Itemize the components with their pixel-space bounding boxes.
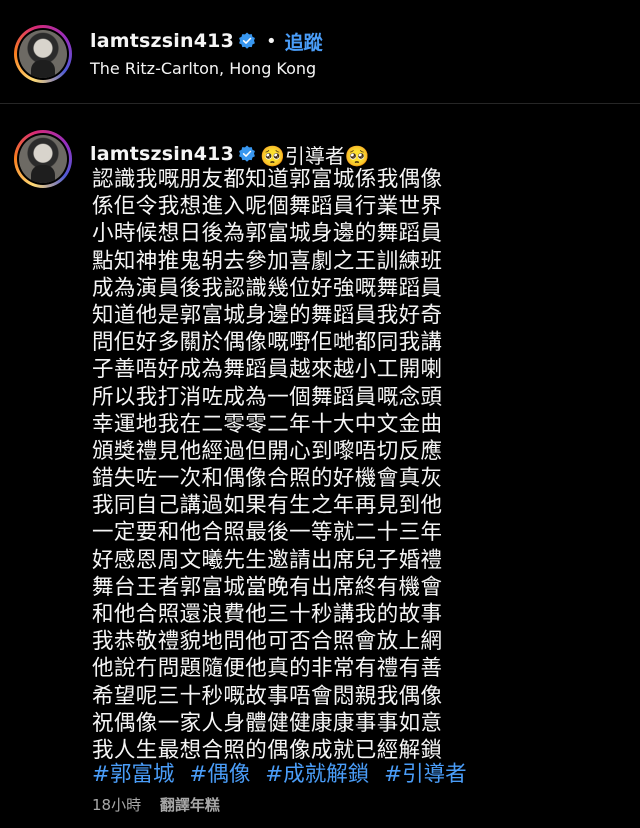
header-username[interactable]: lamtszsin413 — [90, 30, 234, 52]
follow-button[interactable]: 追蹤 — [285, 28, 323, 55]
caption-line: 成為演員後我認識幾位好強嘅舞蹈員 — [92, 275, 443, 301]
caption-line: 我恭敬禮貌地問他可否合照會放上網 — [92, 629, 443, 655]
caption-line: 他說冇問題隨便他真的非常有禮有善 — [92, 656, 443, 682]
avatar-gap — [17, 133, 69, 185]
caption-line: 小時候想日後為郭富城身邊的舞蹈員 — [92, 221, 443, 247]
caption-user-line: lamtszsin413 🥺引導者🥺 — [90, 140, 370, 168]
caption-line: 子善唔好成為舞蹈員越來越小工開喇 — [92, 357, 443, 383]
caption-line: 頒獎禮見他經過但開心到嚟唔切反應 — [92, 438, 443, 464]
caption-line: 希望呢三十秒嘅故事唔會悶親我偶像 — [92, 683, 443, 709]
caption-title: 🥺引導者🥺 — [260, 143, 370, 168]
caption-meta: 18小時 翻譯年糕 — [92, 794, 220, 815]
caption-line: 所以我打消咗成為一個舞蹈員嘅念頭 — [92, 384, 443, 410]
caption-line: 我同自己講過如果有生之年再見到他 — [92, 493, 443, 519]
caption-line: 舞台王者郭富城當晚有出席終有機會 — [92, 574, 443, 600]
caption-line: 好感恩周文曦先生邀請出席兒子婚禮 — [92, 547, 443, 573]
header-avatar[interactable] — [14, 25, 72, 83]
avatar-gap — [17, 28, 69, 80]
caption-line: 問佢好多關於偶像嘅嘢佢哋都同我講 — [92, 330, 443, 356]
caption-line: 認識我嘅朋友都知道郭富城係我偶像 — [92, 167, 443, 192]
caption-text: 認識我嘅朋友都知道郭富城係我偶像 係佢令我想進入呢個舞蹈員行業世界 小時候想日後… — [92, 166, 632, 764]
caption-avatar[interactable] — [14, 130, 72, 188]
hashtag-link[interactable]: #郭富城 — [92, 762, 175, 787]
separator-dot: • — [266, 30, 277, 52]
avatar-image — [19, 30, 67, 78]
caption-line: 點知神推鬼䢁去參加喜劇之王訓練班 — [92, 248, 443, 274]
caption-line: 幸運地我在二零零二年十大中文金曲 — [92, 411, 443, 437]
hashtag-link[interactable]: #偶像 — [189, 762, 250, 787]
caption-username[interactable]: lamtszsin413 — [90, 143, 234, 165]
hashtag-list: #郭富城 #偶像 #成就解鎖 #引導者 — [92, 761, 475, 788]
verified-badge-icon — [239, 145, 255, 162]
hashtag-link[interactable]: #成就解鎖 — [265, 762, 369, 787]
caption-line: 祝偶像一家人身體健健康康事事如意 — [92, 710, 443, 736]
translate-button[interactable]: 翻譯年糕 — [160, 796, 220, 814]
avatar-image — [19, 135, 67, 183]
caption-line: 一定要和他合照最後一等就二十三年 — [92, 520, 443, 546]
post-timestamp[interactable]: 18小時 — [92, 796, 141, 814]
verified-badge-icon — [239, 32, 255, 49]
caption-line: 知道他是郭富城身邊的舞蹈員我好奇 — [92, 302, 443, 328]
header-user-line: lamtszsin413 • 追蹤 — [90, 28, 323, 54]
hashtag-link[interactable]: #引導者 — [384, 762, 467, 787]
caption-line: 係佢令我想進入呢個舞蹈員行業世界 — [92, 194, 443, 220]
post-header: lamtszsin413 • 追蹤 The Ritz-Carlton, Hong… — [0, 0, 640, 104]
caption-line: 錯失咗一次和偶像合照的好機會真灰 — [92, 466, 443, 492]
caption-line: 和他合照還浪費他三十秒講我的故事 — [92, 602, 443, 627]
location-link[interactable]: The Ritz-Carlton, Hong Kong — [90, 59, 316, 78]
